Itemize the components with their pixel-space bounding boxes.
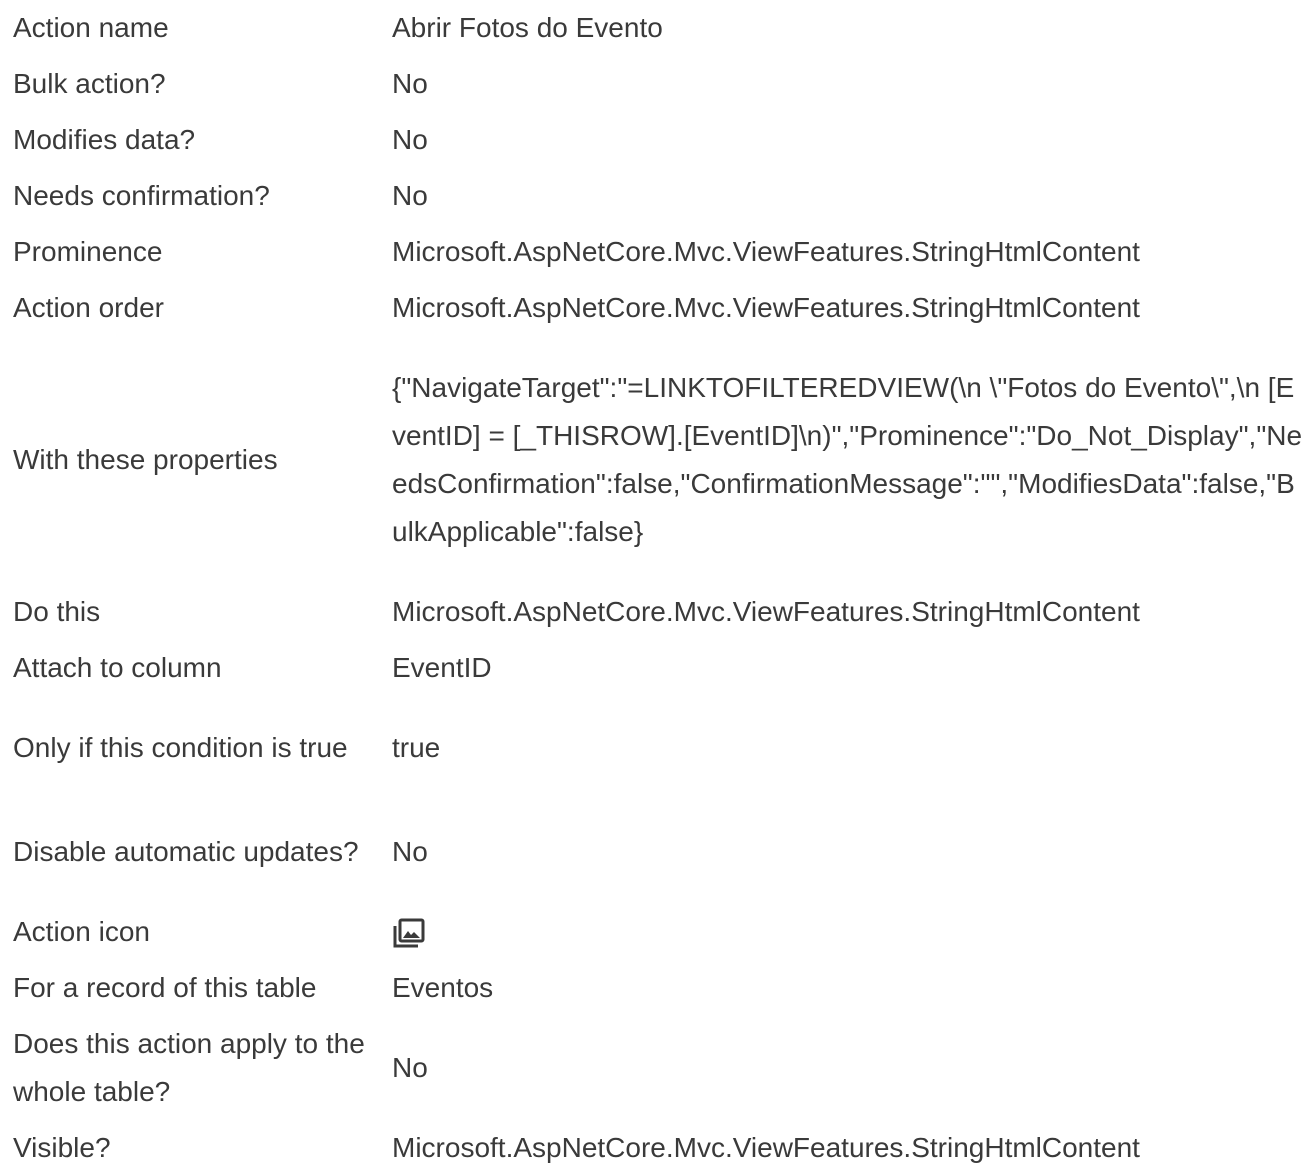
row-value: No bbox=[392, 836, 428, 867]
row-label: Bulk action? bbox=[13, 68, 166, 99]
row-value: Microsoft.AspNetCore.Mvc.ViewFeatures.St… bbox=[392, 1132, 1140, 1163]
row-label: Action icon bbox=[13, 916, 150, 947]
row-action-name: Action name Abrir Fotos do Evento bbox=[0, 0, 1306, 56]
row-for-a-record-of-table: For a record of this table Eventos bbox=[0, 960, 1306, 1016]
row-action-icon: Action icon bbox=[0, 904, 1306, 960]
row-only-if-condition: Only if this condition is true true bbox=[0, 696, 1306, 800]
row-label: Only if this condition is true bbox=[13, 732, 348, 763]
row-with-these-properties: With these properties {"NavigateTarget":… bbox=[0, 336, 1306, 584]
row-prominence: Prominence Microsoft.AspNetCore.Mvc.View… bbox=[0, 224, 1306, 280]
row-label: Attach to column bbox=[13, 652, 222, 683]
row-disable-automatic-updates: Disable automatic updates? No bbox=[0, 800, 1306, 904]
row-label: Action name bbox=[13, 12, 169, 43]
row-value: Microsoft.AspNetCore.Mvc.ViewFeatures.St… bbox=[392, 236, 1140, 267]
row-label: Visible? bbox=[13, 1132, 111, 1163]
row-value: No bbox=[392, 180, 428, 211]
row-modifies-data: Modifies data? No bbox=[0, 112, 1306, 168]
row-label: Modifies data? bbox=[13, 124, 196, 155]
row-label: Needs confirmation? bbox=[13, 180, 270, 211]
row-value: {"NavigateTarget":"=LINKTOFILTEREDVIEW(\… bbox=[392, 372, 1303, 547]
row-value: Abrir Fotos do Evento bbox=[392, 12, 663, 43]
action-properties-table: Action name Abrir Fotos do Evento Bulk a… bbox=[0, 0, 1306, 1173]
row-bulk-action: Bulk action? No bbox=[0, 56, 1306, 112]
row-label: With these properties bbox=[13, 444, 278, 475]
row-attach-to-column: Attach to column EventID bbox=[0, 640, 1306, 696]
row-action-order: Action order Microsoft.AspNetCore.Mvc.Vi… bbox=[0, 280, 1306, 336]
row-value: EventID bbox=[392, 652, 492, 683]
row-value: Microsoft.AspNetCore.Mvc.ViewFeatures.St… bbox=[392, 596, 1140, 627]
row-value: Eventos bbox=[392, 972, 494, 1003]
row-value: No bbox=[392, 124, 428, 155]
row-value: Microsoft.AspNetCore.Mvc.ViewFeatures.St… bbox=[392, 292, 1140, 323]
row-value: No bbox=[392, 1052, 428, 1083]
row-label: Do this bbox=[13, 596, 101, 627]
row-visible: Visible? Microsoft.AspNetCore.Mvc.ViewFe… bbox=[0, 1120, 1306, 1173]
row-needs-confirmation: Needs confirmation? No bbox=[0, 168, 1306, 224]
row-label: For a record of this table bbox=[13, 972, 317, 1003]
row-label: Action order bbox=[13, 292, 164, 323]
row-apply-to-whole-table: Does this action apply to the whole tabl… bbox=[0, 1016, 1306, 1120]
row-value: true bbox=[392, 732, 441, 763]
row-do-this: Do this Microsoft.AspNetCore.Mvc.ViewFea… bbox=[0, 584, 1306, 640]
row-label: Disable automatic updates? bbox=[13, 836, 359, 867]
row-label: Does this action apply to the whole tabl… bbox=[13, 1028, 365, 1107]
row-value bbox=[392, 904, 1306, 960]
row-label: Prominence bbox=[13, 236, 163, 267]
row-value: No bbox=[392, 68, 428, 99]
photo-library-icon bbox=[392, 916, 428, 952]
